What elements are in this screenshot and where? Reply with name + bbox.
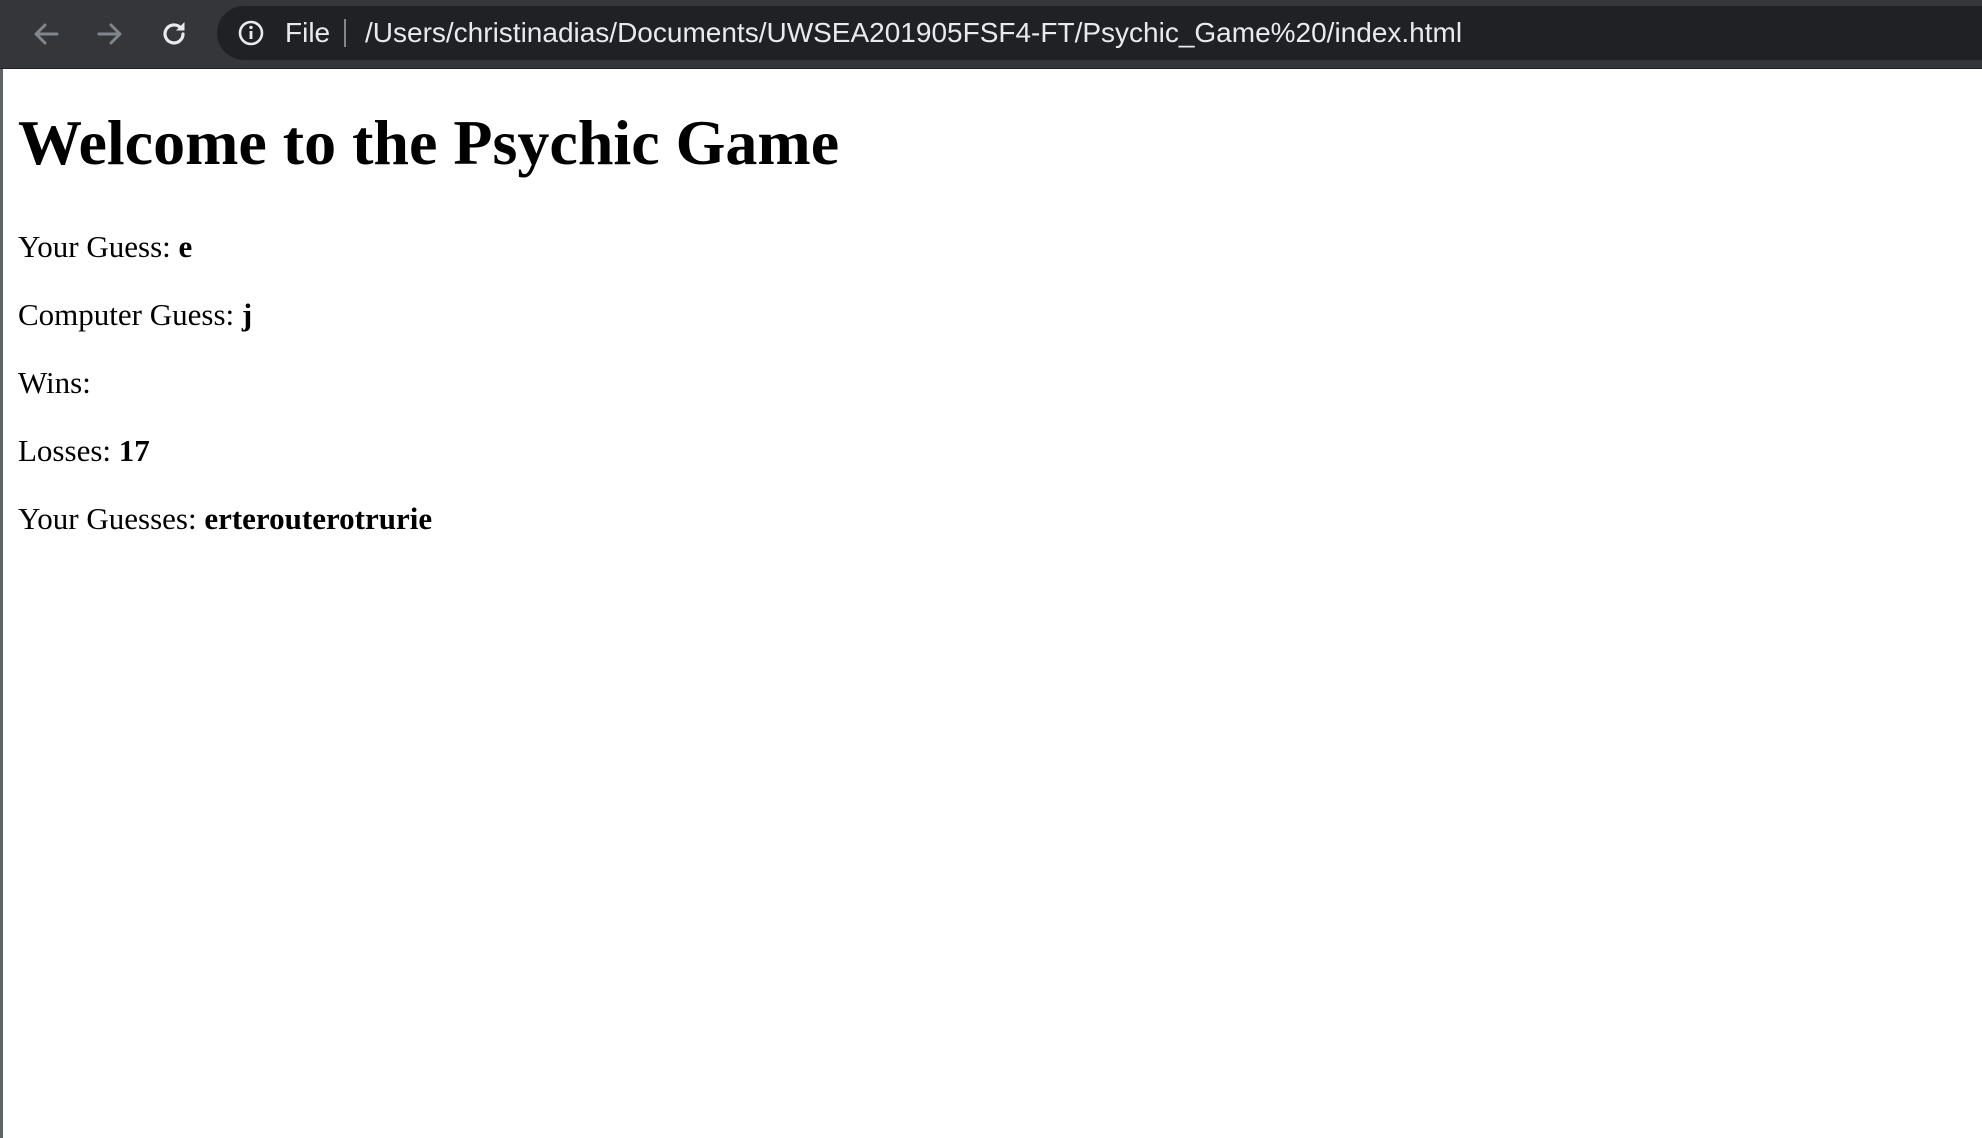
your-guess-line: Your Guess: e	[18, 231, 192, 262]
computer-guess-label: Computer Guess:	[18, 297, 242, 332]
reload-button[interactable]	[152, 12, 196, 56]
wins-label: Wins:	[18, 365, 91, 400]
guesses-so-far-label: Your Guesses:	[18, 501, 205, 536]
your-guess-label: Your Guess:	[18, 229, 179, 264]
window-left-edge	[0, 69, 3, 1138]
page-title: Welcome to the Psychic Game	[18, 107, 840, 178]
browser-window: File /Users/christinadias/Documents/UWSE…	[0, 0, 1982, 1138]
guesses-so-far-line: Your Guesses: erterouterotrurie	[18, 503, 432, 534]
forward-button[interactable]	[88, 12, 132, 56]
address-bar[interactable]: File /Users/christinadias/Documents/UWSE…	[217, 6, 1982, 60]
site-scheme-chip[interactable]: File	[285, 6, 330, 60]
wins-line: Wins:	[18, 367, 91, 398]
chip-divider	[344, 19, 346, 47]
arrow-left-icon	[34, 23, 59, 45]
arrow-right-icon	[97, 23, 122, 45]
computer-guess-line: Computer Guess: j	[18, 299, 252, 330]
your-guess-value: e	[178, 229, 193, 264]
computer-guess-value: j	[241, 297, 253, 332]
guesses-so-far-value: erterouterotrurie	[204, 501, 433, 536]
reload-icon	[163, 22, 185, 45]
info-circle-icon[interactable]	[237, 19, 265, 47]
losses-label: Losses:	[18, 433, 119, 468]
back-button[interactable]	[24, 12, 68, 56]
url-text[interactable]: /Users/christinadias/Documents/UWSEA2019…	[365, 6, 1462, 60]
losses-line: Losses: 17	[18, 435, 150, 466]
losses-value: 17	[118, 433, 150, 468]
page-content: Welcome to the Psychic Game Your Guess: …	[18, 69, 1982, 1138]
browser-toolbar: File /Users/christinadias/Documents/UWSE…	[0, 0, 1982, 69]
